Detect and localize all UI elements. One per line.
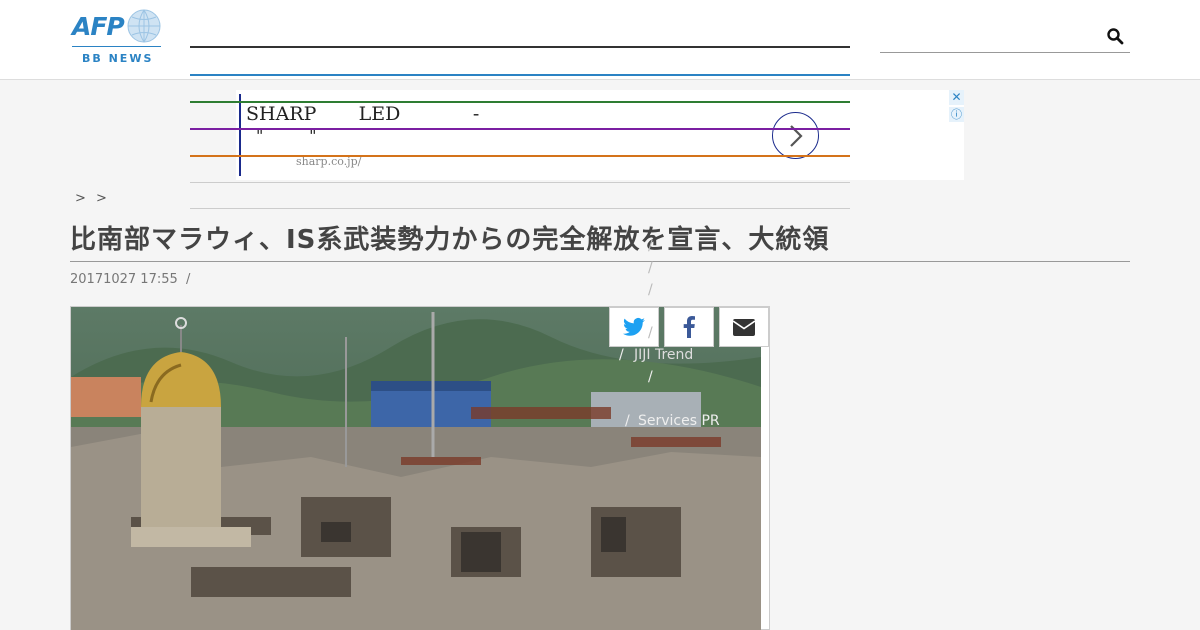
search-box xyxy=(880,22,1130,53)
twitter-icon xyxy=(623,317,645,336)
ad-title: SHARP LED - xyxy=(246,103,480,125)
logo-wordmark: AFP xyxy=(72,12,125,41)
menu-link-services-pr[interactable]: Services PR xyxy=(638,413,720,429)
menu-link-jiji-trend[interactable]: JIJI Trend xyxy=(634,347,693,363)
mail-icon xyxy=(733,318,755,336)
article-date: 20171027 17:55 xyxy=(70,272,178,287)
search-icon[interactable] xyxy=(1106,27,1124,45)
article-meta: 20171027 17:55 / xyxy=(70,272,190,287)
afp-bb-news-logo[interactable]: AFP BB NEWS xyxy=(70,8,162,65)
nav-line-orange xyxy=(190,155,850,157)
meta-separator: / xyxy=(186,272,191,287)
advertisement-banner[interactable]: SHARP LED - " " sharp.co.jp/ ✕ ⓘ xyxy=(236,90,964,180)
logo-divider xyxy=(72,46,161,47)
nav-divider xyxy=(190,208,850,209)
article-title: 比南部マラウィ、IS系武装勢力からの完全解放を宣言、大統領 xyxy=(70,225,830,255)
menu-separator: / xyxy=(648,369,653,385)
logo-subtitle: BB NEWS xyxy=(82,52,154,65)
menu-separator: / xyxy=(648,325,653,341)
chevron-right-icon xyxy=(789,124,803,147)
menu-separator: / xyxy=(625,413,630,429)
ad-accent-bar xyxy=(239,94,241,176)
title-divider xyxy=(70,261,1130,262)
nav-line-green xyxy=(190,101,850,103)
share-facebook-button[interactable] xyxy=(664,307,714,347)
breadcrumb[interactable]: > > xyxy=(75,191,107,206)
nav-line-purple xyxy=(190,128,850,130)
menu-separator: / xyxy=(619,347,624,363)
nav-divider xyxy=(190,182,850,183)
menu-separator: / xyxy=(648,238,653,254)
facebook-icon xyxy=(683,316,695,338)
search-input[interactable] xyxy=(880,22,1100,50)
nav-line-blue xyxy=(190,74,850,76)
menu-separator: / xyxy=(648,260,653,276)
nav-line-dark xyxy=(190,46,850,48)
ad-next-button[interactable] xyxy=(772,112,819,159)
globe-icon xyxy=(127,9,161,43)
site-header: AFP BB NEWS xyxy=(0,0,1200,80)
ad-close-button[interactable]: ✕ xyxy=(949,90,964,105)
menu-separator: / xyxy=(648,282,653,298)
share-email-button[interactable] xyxy=(719,307,769,347)
ad-info-button[interactable]: ⓘ xyxy=(949,107,964,122)
